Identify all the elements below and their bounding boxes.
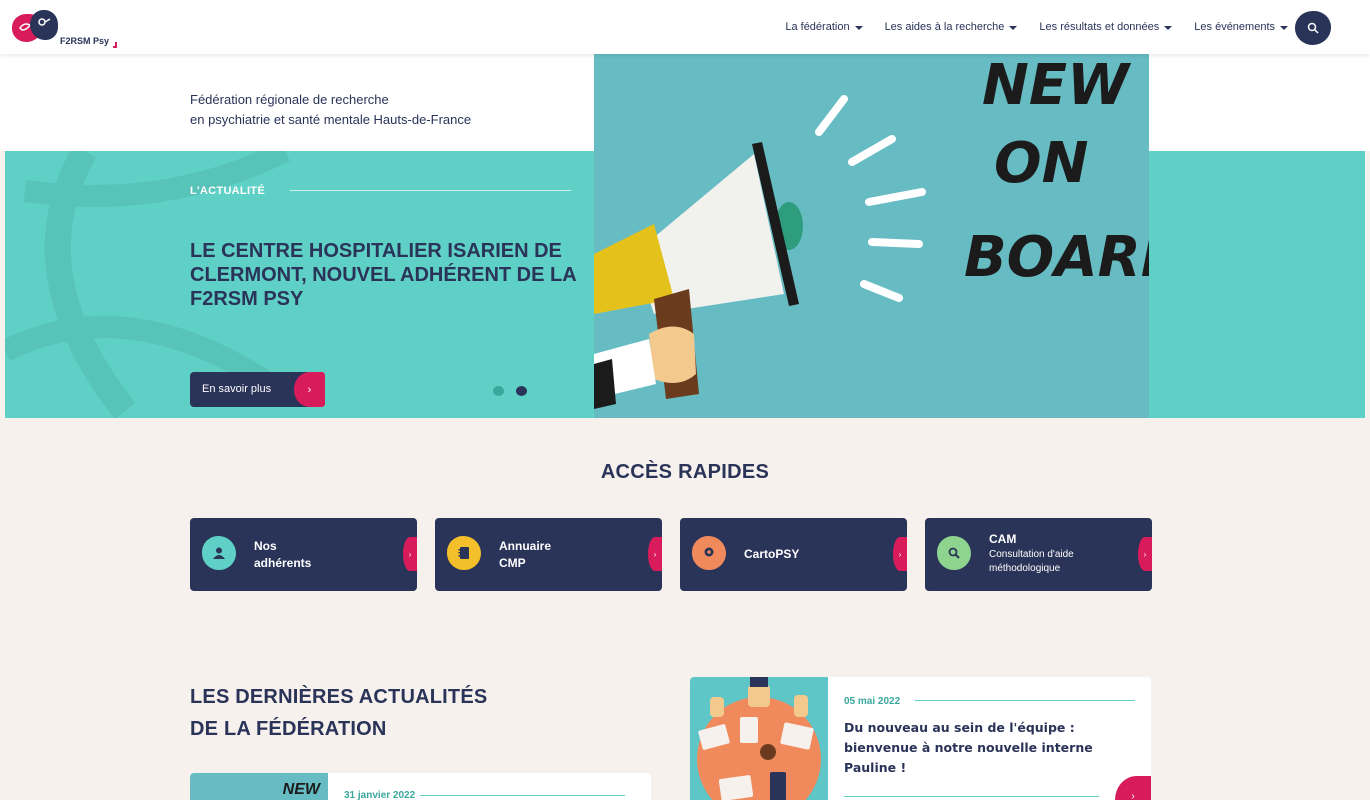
nav-federation-label: La fédération	[785, 21, 850, 33]
news-card-2-headline[interactable]: Du nouveau au sein de l'équipe : bienven…	[844, 718, 1139, 778]
nav-aides-recherche-label: Les aides à la recherche	[884, 21, 1005, 33]
news-card-1-thumbnail: NEW	[190, 773, 328, 800]
hero-image-text-on: ON	[994, 131, 1088, 196]
team-illustration	[697, 677, 821, 800]
chevron-right-icon: ›	[648, 537, 662, 571]
news-title-line1: LES DERNIÈRES ACTUALITÉS	[190, 686, 488, 708]
logo-text: F2RSM Psy	[60, 36, 110, 46]
megaphone-illustration: NEW ON BOARD	[594, 54, 1149, 409]
hero-subtitle: Fédération régionale de recherche en psy…	[190, 90, 471, 130]
news-card-1-divider	[420, 795, 625, 796]
chevron-down-icon	[854, 26, 863, 30]
chevron-right-icon: ›	[403, 537, 417, 571]
quick-card-cam-text: CAM Consultation d'aide méthodologique	[989, 531, 1119, 576]
hero-subtitle-line2: en psychiatrie et santé mentale Hauts-de…	[190, 112, 472, 127]
news-section-title: LES DERNIÈRES ACTUALITÉS DE LA FÉDÉRATIO…	[190, 681, 487, 745]
quick-access-title: ACCÈS RAPIDES	[600, 461, 770, 483]
magnifier-icon	[937, 536, 971, 570]
hero-image: NEW ON BOARD	[594, 54, 1149, 418]
hero-title: LE CENTRE HOSPITALIER ISARIEN DE CLERMON…	[190, 240, 576, 310]
hero-kicker: L'ACTUALITÉ	[190, 185, 265, 197]
learn-more-label: En savoir plus	[202, 383, 272, 395]
notebook-icon	[447, 536, 481, 570]
chevron-right-icon: ›	[294, 372, 325, 407]
quick-card-cam[interactable]: CAM Consultation d'aide méthodologique ›	[925, 518, 1152, 591]
news-card-1-date: 31 janvier 2022	[344, 790, 416, 800]
news-card-1-thumb-text: NEW	[282, 781, 320, 798]
quick-card-cam-subtitle: Consultation d'aide méthodologique	[989, 549, 1074, 574]
learn-more-button[interactable]: En savoir plus ›	[190, 372, 325, 407]
news-card-2-date: 05 mai 2022	[844, 696, 901, 707]
news-card-2[interactable]: 05 mai 2022 Du nouveau au sein de l'équi…	[690, 677, 1151, 800]
nav-evenements[interactable]: Les événements	[1194, 21, 1288, 33]
logo-navy-head	[30, 10, 58, 40]
site-header: F2RSM Psy La fédération Les aides à la r…	[0, 0, 1370, 54]
news-title-line2: DE LA FÉDÉRATION	[190, 718, 387, 740]
hero-kicker-divider	[290, 190, 571, 191]
main-nav: La fédération Les aides à la recherche L…	[785, 0, 1288, 54]
quick-card-annuaire-label: Annuaire CMP	[499, 539, 552, 570]
search-icon	[1307, 22, 1319, 34]
nav-evenements-label: Les événements	[1194, 21, 1275, 33]
news-card-2-divider	[915, 700, 1135, 701]
news-card-2-thumbnail	[690, 677, 828, 800]
nav-aides-recherche[interactable]: Les aides à la recherche	[885, 21, 1018, 33]
quick-card-annuaire-cmp[interactable]: Annuaire CMP ›	[435, 518, 662, 591]
quick-card-cartopsy-label: CartoPSY	[744, 547, 800, 561]
carousel-dot-1[interactable]	[493, 386, 504, 396]
people-icon	[202, 536, 236, 570]
nav-resultats-donnees[interactable]: Les résultats et données	[1039, 21, 1173, 33]
chevron-right-icon: ›	[893, 537, 907, 571]
map-pin-icon	[692, 536, 726, 570]
news-card-1[interactable]: NEW 31 janvier 2022	[190, 773, 651, 800]
chevron-right-icon: ›	[1138, 537, 1152, 571]
carousel-dot-2[interactable]	[516, 386, 527, 396]
news-card-2-bottom-divider	[844, 796, 1099, 797]
chevron-down-icon	[1164, 26, 1173, 30]
carousel-dots	[493, 386, 527, 396]
site-logo[interactable]: F2RSM Psy	[10, 8, 120, 48]
hero-image-text-new: NEW	[982, 54, 1132, 118]
chevron-down-icon	[1009, 26, 1018, 30]
hero-image-text-board: BOARD	[964, 225, 1149, 290]
quick-card-cartopsy[interactable]: CartoPSY ›	[680, 518, 907, 591]
nav-federation[interactable]: La fédération	[785, 21, 863, 33]
quick-card-adherents[interactable]: Nos adhérents ›	[190, 518, 417, 591]
quick-card-adherents-label: Nos adhérents	[254, 539, 312, 570]
nav-resultats-donnees-label: Les résultats et données	[1039, 21, 1160, 33]
hero-subtitle-line1: Fédération régionale de recherche	[190, 92, 389, 107]
chevron-right-icon[interactable]: ›	[1115, 776, 1151, 800]
logo-corner-mark	[113, 42, 117, 48]
quick-card-cam-label: CAM	[989, 532, 1017, 546]
chevron-down-icon	[1280, 26, 1288, 30]
search-button[interactable]	[1295, 11, 1331, 45]
